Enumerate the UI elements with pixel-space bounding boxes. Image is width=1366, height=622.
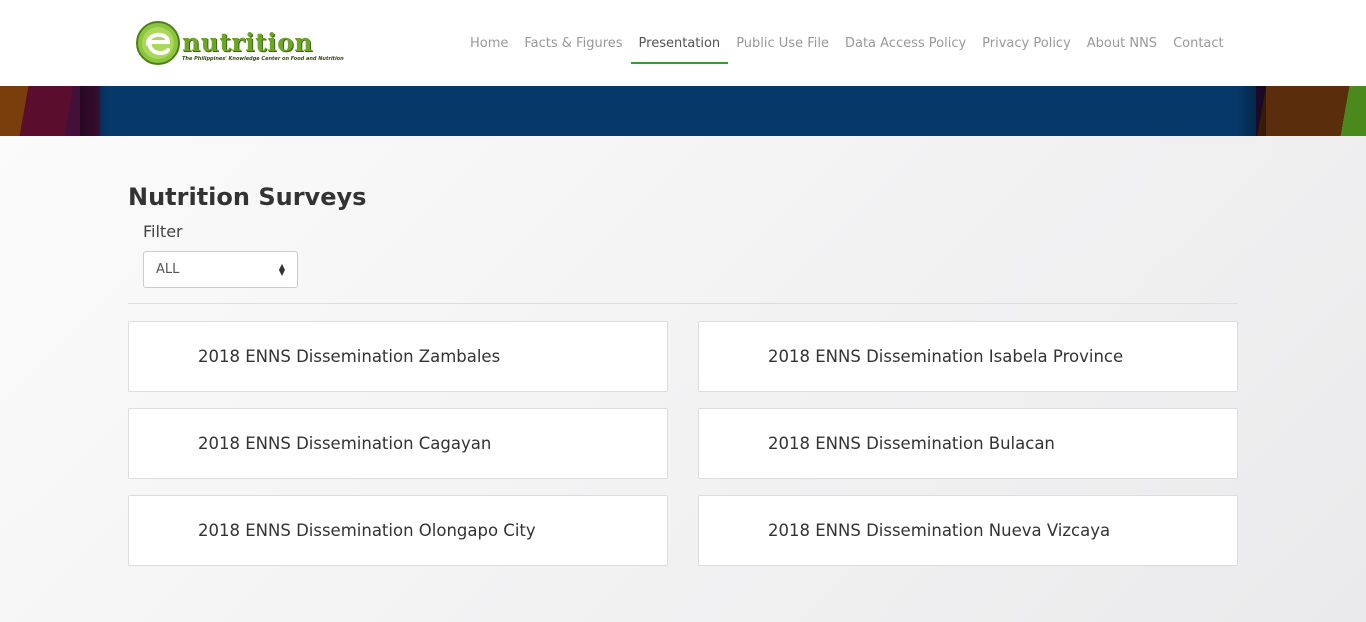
survey-card-olongapo[interactable]: 2018 ENNS Dissemination Olongapo City bbox=[128, 495, 668, 566]
divider bbox=[128, 303, 1238, 304]
survey-card-nueva-vizcaya[interactable]: 2018 ENNS Dissemination Nueva Vizcaya bbox=[698, 495, 1238, 566]
select-arrows-icon: ▲ ▼ bbox=[278, 261, 285, 277]
survey-card-bulacan[interactable]: 2018 ENNS Dissemination Bulacan bbox=[698, 408, 1238, 479]
nav-about-nns[interactable]: About NNS bbox=[1079, 0, 1165, 86]
site-header: nutrition The Philippines' Knowledge Cen… bbox=[0, 0, 1366, 86]
logo-tagline: The Philippines' Knowledge Center on Foo… bbox=[182, 56, 344, 62]
survey-card-title[interactable]: 2018 ENNS Dissemination Zambales bbox=[198, 347, 500, 366]
main-nav: Home Facts & Figures Presentation Public… bbox=[462, 0, 1232, 86]
nav-public-use-file[interactable]: Public Use File bbox=[728, 0, 837, 86]
enutrition-logo[interactable]: nutrition The Philippines' Knowledge Cen… bbox=[136, 20, 344, 66]
nav-contact[interactable]: Contact bbox=[1165, 0, 1232, 86]
logo-wordmark: nutrition bbox=[182, 28, 313, 57]
banner-right-decoration bbox=[1256, 86, 1366, 136]
nav-privacy-policy[interactable]: Privacy Policy bbox=[974, 0, 1079, 86]
nav-facts-figures[interactable]: Facts & Figures bbox=[516, 0, 630, 86]
survey-card-cagayan[interactable]: 2018 ENNS Dissemination Cagayan bbox=[128, 408, 668, 479]
logo-e-icon bbox=[136, 21, 180, 65]
nav-presentation[interactable]: Presentation bbox=[630, 0, 729, 86]
survey-card-title[interactable]: 2018 ENNS Dissemination Nueva Vizcaya bbox=[768, 521, 1110, 540]
nav-data-access-policy[interactable]: Data Access Policy bbox=[837, 0, 974, 86]
survey-card-zambales[interactable]: 2018 ENNS Dissemination Zambales bbox=[128, 321, 668, 392]
main-content: Nutrition Surveys Filter ALL ▲ ▼ 2018 ENN… bbox=[0, 136, 1366, 622]
survey-card-title[interactable]: 2018 ENNS Dissemination Olongapo City bbox=[198, 521, 536, 540]
survey-card-title[interactable]: 2018 ENNS Dissemination Cagayan bbox=[198, 434, 491, 453]
survey-card-title[interactable]: 2018 ENNS Dissemination Isabela Province bbox=[768, 347, 1123, 366]
page-banner bbox=[0, 86, 1366, 136]
page-title: Nutrition Surveys bbox=[128, 183, 367, 211]
banner-left-shade bbox=[80, 86, 110, 136]
survey-card-isabela[interactable]: 2018 ENNS Dissemination Isabela Province bbox=[698, 321, 1238, 392]
banner-right-shade bbox=[1236, 86, 1266, 136]
survey-card-title[interactable]: 2018 ENNS Dissemination Bulacan bbox=[768, 434, 1055, 453]
filter-label: Filter bbox=[143, 222, 183, 241]
filter-select[interactable]: ALL ▲ ▼ bbox=[143, 251, 298, 288]
nav-home[interactable]: Home bbox=[462, 0, 516, 86]
filter-selected-value: ALL bbox=[156, 262, 180, 277]
